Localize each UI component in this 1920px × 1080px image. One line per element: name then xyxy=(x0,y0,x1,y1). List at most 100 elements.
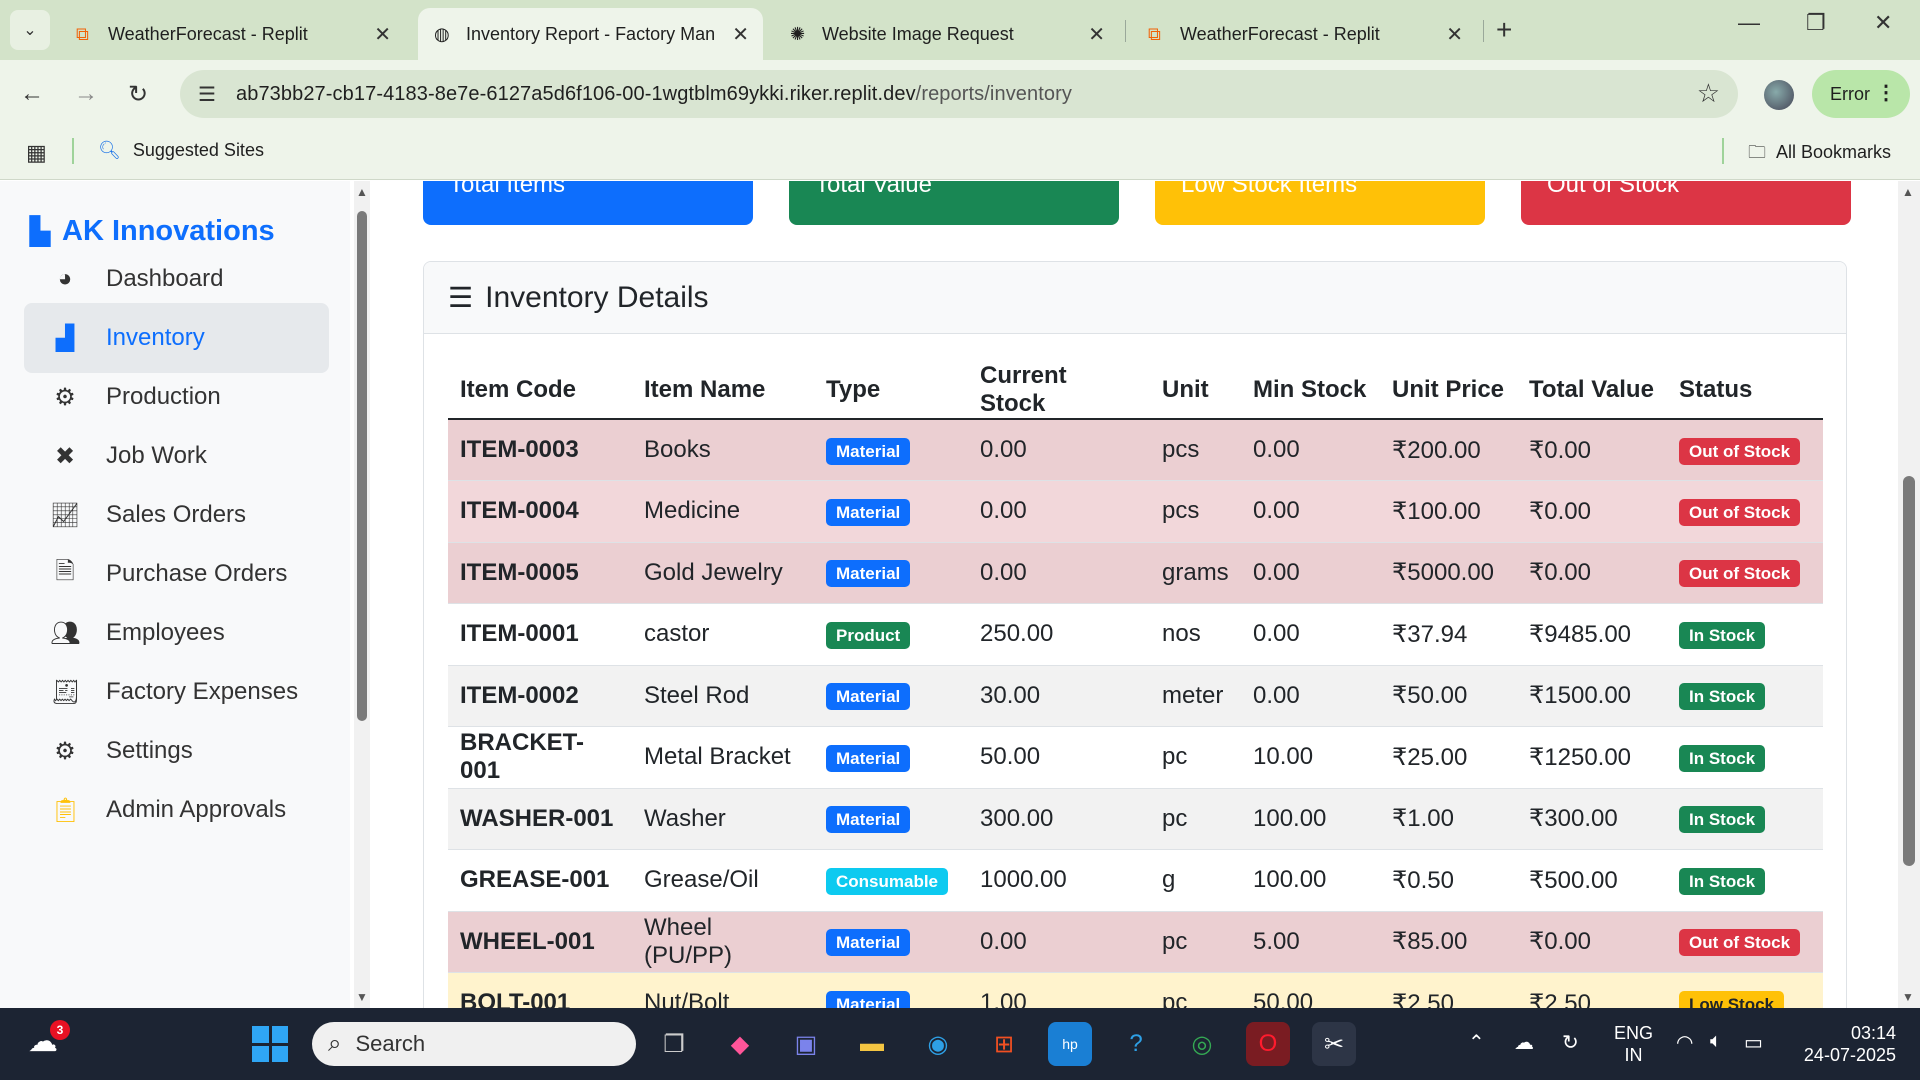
close-tab-icon[interactable]: ✕ xyxy=(1446,22,1463,47)
scroll-down-arrow-icon[interactable]: ▼ xyxy=(1902,990,1914,1004)
status-badge: Out of Stock xyxy=(1679,437,1801,465)
copilot-icon[interactable]: ◆ xyxy=(718,1022,762,1066)
min-stock-cell: 100.00 xyxy=(1241,788,1380,850)
current-stock-cell: 0.00 xyxy=(968,480,1150,543)
scrollbar-thumb[interactable] xyxy=(1903,476,1915,866)
browser-tab[interactable]: ✺ Website Image Request ✕ xyxy=(774,8,1119,60)
back-arrow-icon[interactable]: ← xyxy=(20,80,44,108)
openai-icon: ✺ xyxy=(790,24,806,44)
volume-icon[interactable]: 🔈︎ xyxy=(1710,1030,1722,1053)
card-label: Low Stock Items xyxy=(1181,181,1358,198)
sidebar-item-admin-approvals[interactable]: 📋︎ Admin Approvals xyxy=(24,775,329,845)
unit-price-cell: ₹1.00 xyxy=(1380,788,1517,850)
teams-icon[interactable]: ▣ xyxy=(784,1022,828,1066)
type-badge: Material xyxy=(826,929,911,957)
tab-title: Inventory Report - Factory Man xyxy=(466,23,716,44)
unit-price-cell: ₹0.50 xyxy=(1380,849,1517,912)
chart-line-icon: 📈︎ xyxy=(50,501,81,529)
url-text[interactable]: ab73bb27-cb17-4183-8e7e-6127a5d6f106-00-… xyxy=(236,83,1072,106)
wifi-icon[interactable]: ◠ xyxy=(1676,1030,1693,1055)
sync-icon[interactable]: ↻ xyxy=(1562,1030,1579,1055)
current-stock-cell: 0.00 xyxy=(968,419,1150,481)
scroll-down-arrow-icon[interactable]: ▼ xyxy=(356,990,368,1004)
browser-tab[interactable]: ⧉ WeatherForecast - Replit ✕ xyxy=(60,8,405,60)
restore-icon[interactable]: ❐ xyxy=(1806,10,1826,36)
microsoft-store-icon[interactable]: ⊞ xyxy=(982,1022,1026,1066)
windows-taskbar: ☁ 3 ⌕ Search ❐ ◆ ▣ ▬ ◉ ⊞ hp ? ◎ O ✂ ⌃ ☁ ↻… xyxy=(0,1008,1920,1080)
current-stock-cell: 1000.00 xyxy=(968,849,1150,912)
all-bookmarks-button[interactable]: 🗀 All Bookmarks xyxy=(1748,140,1891,170)
total-value-cell: ₹500.00 xyxy=(1517,849,1667,912)
kebab-menu-icon[interactable]: ⋮ xyxy=(1876,80,1896,105)
battery-icon[interactable]: ▭ xyxy=(1744,1030,1763,1055)
profile-error-button[interactable]: Error ⋮ xyxy=(1812,70,1910,118)
item-code-cell: ITEM-0001 xyxy=(448,603,632,666)
taskbar-search-box[interactable]: ⌕ Search xyxy=(312,1022,636,1066)
search-placeholder: Search xyxy=(355,1031,426,1056)
notification-badge: 3 xyxy=(50,1020,70,1040)
page-scrollbar[interactable]: ▲ ▼ xyxy=(1898,181,1920,1008)
scroll-up-arrow-icon[interactable]: ▲ xyxy=(356,185,368,199)
onedrive-icon[interactable]: ☁ xyxy=(1514,1030,1534,1055)
myhp-icon[interactable]: hp xyxy=(1048,1022,1092,1066)
total-value-cell: ₹0.00 xyxy=(1517,542,1667,604)
type-badge: Consumable xyxy=(826,867,949,895)
edge-icon[interactable]: ◉ xyxy=(916,1022,960,1066)
status-cell: Out of Stock xyxy=(1667,419,1823,481)
reload-icon[interactable]: ↻ xyxy=(128,80,148,109)
total-value-card: Total Value xyxy=(789,181,1119,225)
suggested-sites-link[interactable]: 🔍︎ Suggested Sites xyxy=(98,140,264,161)
close-tab-icon[interactable]: ✕ xyxy=(374,22,391,47)
tab-search-chevron-icon[interactable]: ⌄ xyxy=(10,10,50,50)
close-tab-icon[interactable]: ✕ xyxy=(732,22,749,47)
site-info-icon[interactable]: ☰ xyxy=(198,82,216,107)
opera-icon[interactable]: O xyxy=(1246,1022,1290,1066)
column-header: Status xyxy=(1667,362,1823,420)
address-bar[interactable]: ☰ ab73bb27-cb17-4183-8e7e-6127a5d6f106-0… xyxy=(180,70,1738,118)
forward-arrow-icon[interactable]: → xyxy=(74,80,98,108)
snipping-tool-icon[interactable]: ✂ xyxy=(1312,1022,1356,1066)
bookmark-divider xyxy=(72,138,74,164)
status-badge: In Stock xyxy=(1679,683,1766,711)
file-explorer-icon[interactable]: ▬ xyxy=(850,1022,894,1066)
status-cell: In Stock xyxy=(1667,726,1823,789)
chrome-icon[interactable]: ◎ xyxy=(1180,1022,1224,1066)
inventory-details-panel: ☰ Inventory Details Item Code Item Name … xyxy=(423,261,1847,1008)
item-code-cell: ITEM-0003 xyxy=(448,419,632,481)
language-indicator[interactable]: ENG IN xyxy=(1614,1022,1653,1066)
browser-tab[interactable]: ⧉ WeatherForecast - Replit ✕ xyxy=(1132,8,1477,60)
clock-time: 03:14 xyxy=(1850,1023,1896,1043)
table-row: GREASE-001 Grease/Oil Consumable 1000.00 g 10… xyxy=(448,849,1823,912)
weather-widget-icon[interactable]: ☁ 3 xyxy=(28,1020,70,1064)
scrollbar-thumb[interactable] xyxy=(357,211,367,721)
current-stock-cell: 50.00 xyxy=(968,726,1150,789)
new-tab-plus-icon[interactable]: + xyxy=(1496,14,1512,46)
close-tab-icon[interactable]: ✕ xyxy=(1088,22,1105,47)
profile-avatar[interactable] xyxy=(1764,80,1794,110)
apps-grid-icon[interactable]: ▦ xyxy=(26,140,47,166)
browser-tab-active[interactable]: ◍ Inventory Report - Factory Man ✕ xyxy=(418,8,763,60)
total-value-cell: ₹0.00 xyxy=(1517,419,1667,481)
scroll-up-arrow-icon[interactable]: ▲ xyxy=(1902,185,1914,199)
window-close-icon[interactable]: ✕ xyxy=(1874,10,1892,36)
table-row: BRACKET-001 Metal Bracket Material 50.00 pc 1… xyxy=(448,726,1823,789)
type-cell: Material xyxy=(814,911,968,973)
minimize-icon[interactable]: — xyxy=(1738,10,1760,36)
total-value-cell: ₹0.00 xyxy=(1517,480,1667,543)
get-help-icon[interactable]: ? xyxy=(1114,1022,1158,1066)
system-clock[interactable]: 03:14 24-07-2025 xyxy=(1796,1022,1896,1066)
sidebar-scrollbar[interactable]: ▲ ▼ xyxy=(354,181,370,1008)
windows-start-icon[interactable] xyxy=(252,1026,288,1062)
bookmark-star-icon[interactable]: ☆ xyxy=(1697,78,1720,109)
item-code-cell: BOLT-001 xyxy=(448,972,632,1008)
unit-cell: meter xyxy=(1150,665,1241,727)
item-code-cell: ITEM-0002 xyxy=(448,665,632,727)
show-hidden-icons-chevron-icon[interactable]: ⌃ xyxy=(1468,1030,1485,1055)
unit-cell: pc xyxy=(1150,726,1241,789)
replit-icon: ⧉ xyxy=(1148,24,1161,44)
sidebar-item-label: Admin Approvals xyxy=(106,796,287,823)
type-cell: Product xyxy=(814,603,968,666)
unit-price-cell: ₹100.00 xyxy=(1380,480,1517,543)
task-view-icon[interactable]: ❐ xyxy=(652,1022,696,1066)
item-name-cell: Metal Bracket xyxy=(632,726,814,789)
